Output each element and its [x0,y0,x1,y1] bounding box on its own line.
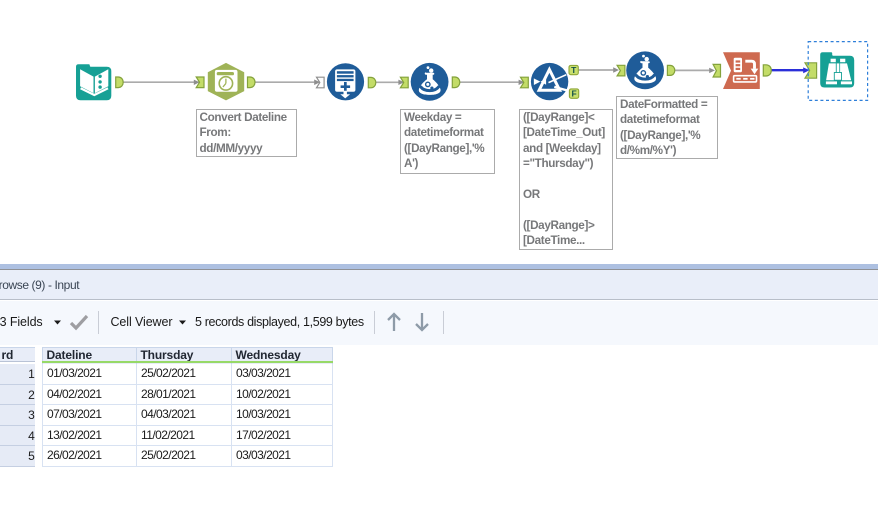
svg-text:T: T [571,65,577,75]
svg-text:F: F [571,88,576,98]
